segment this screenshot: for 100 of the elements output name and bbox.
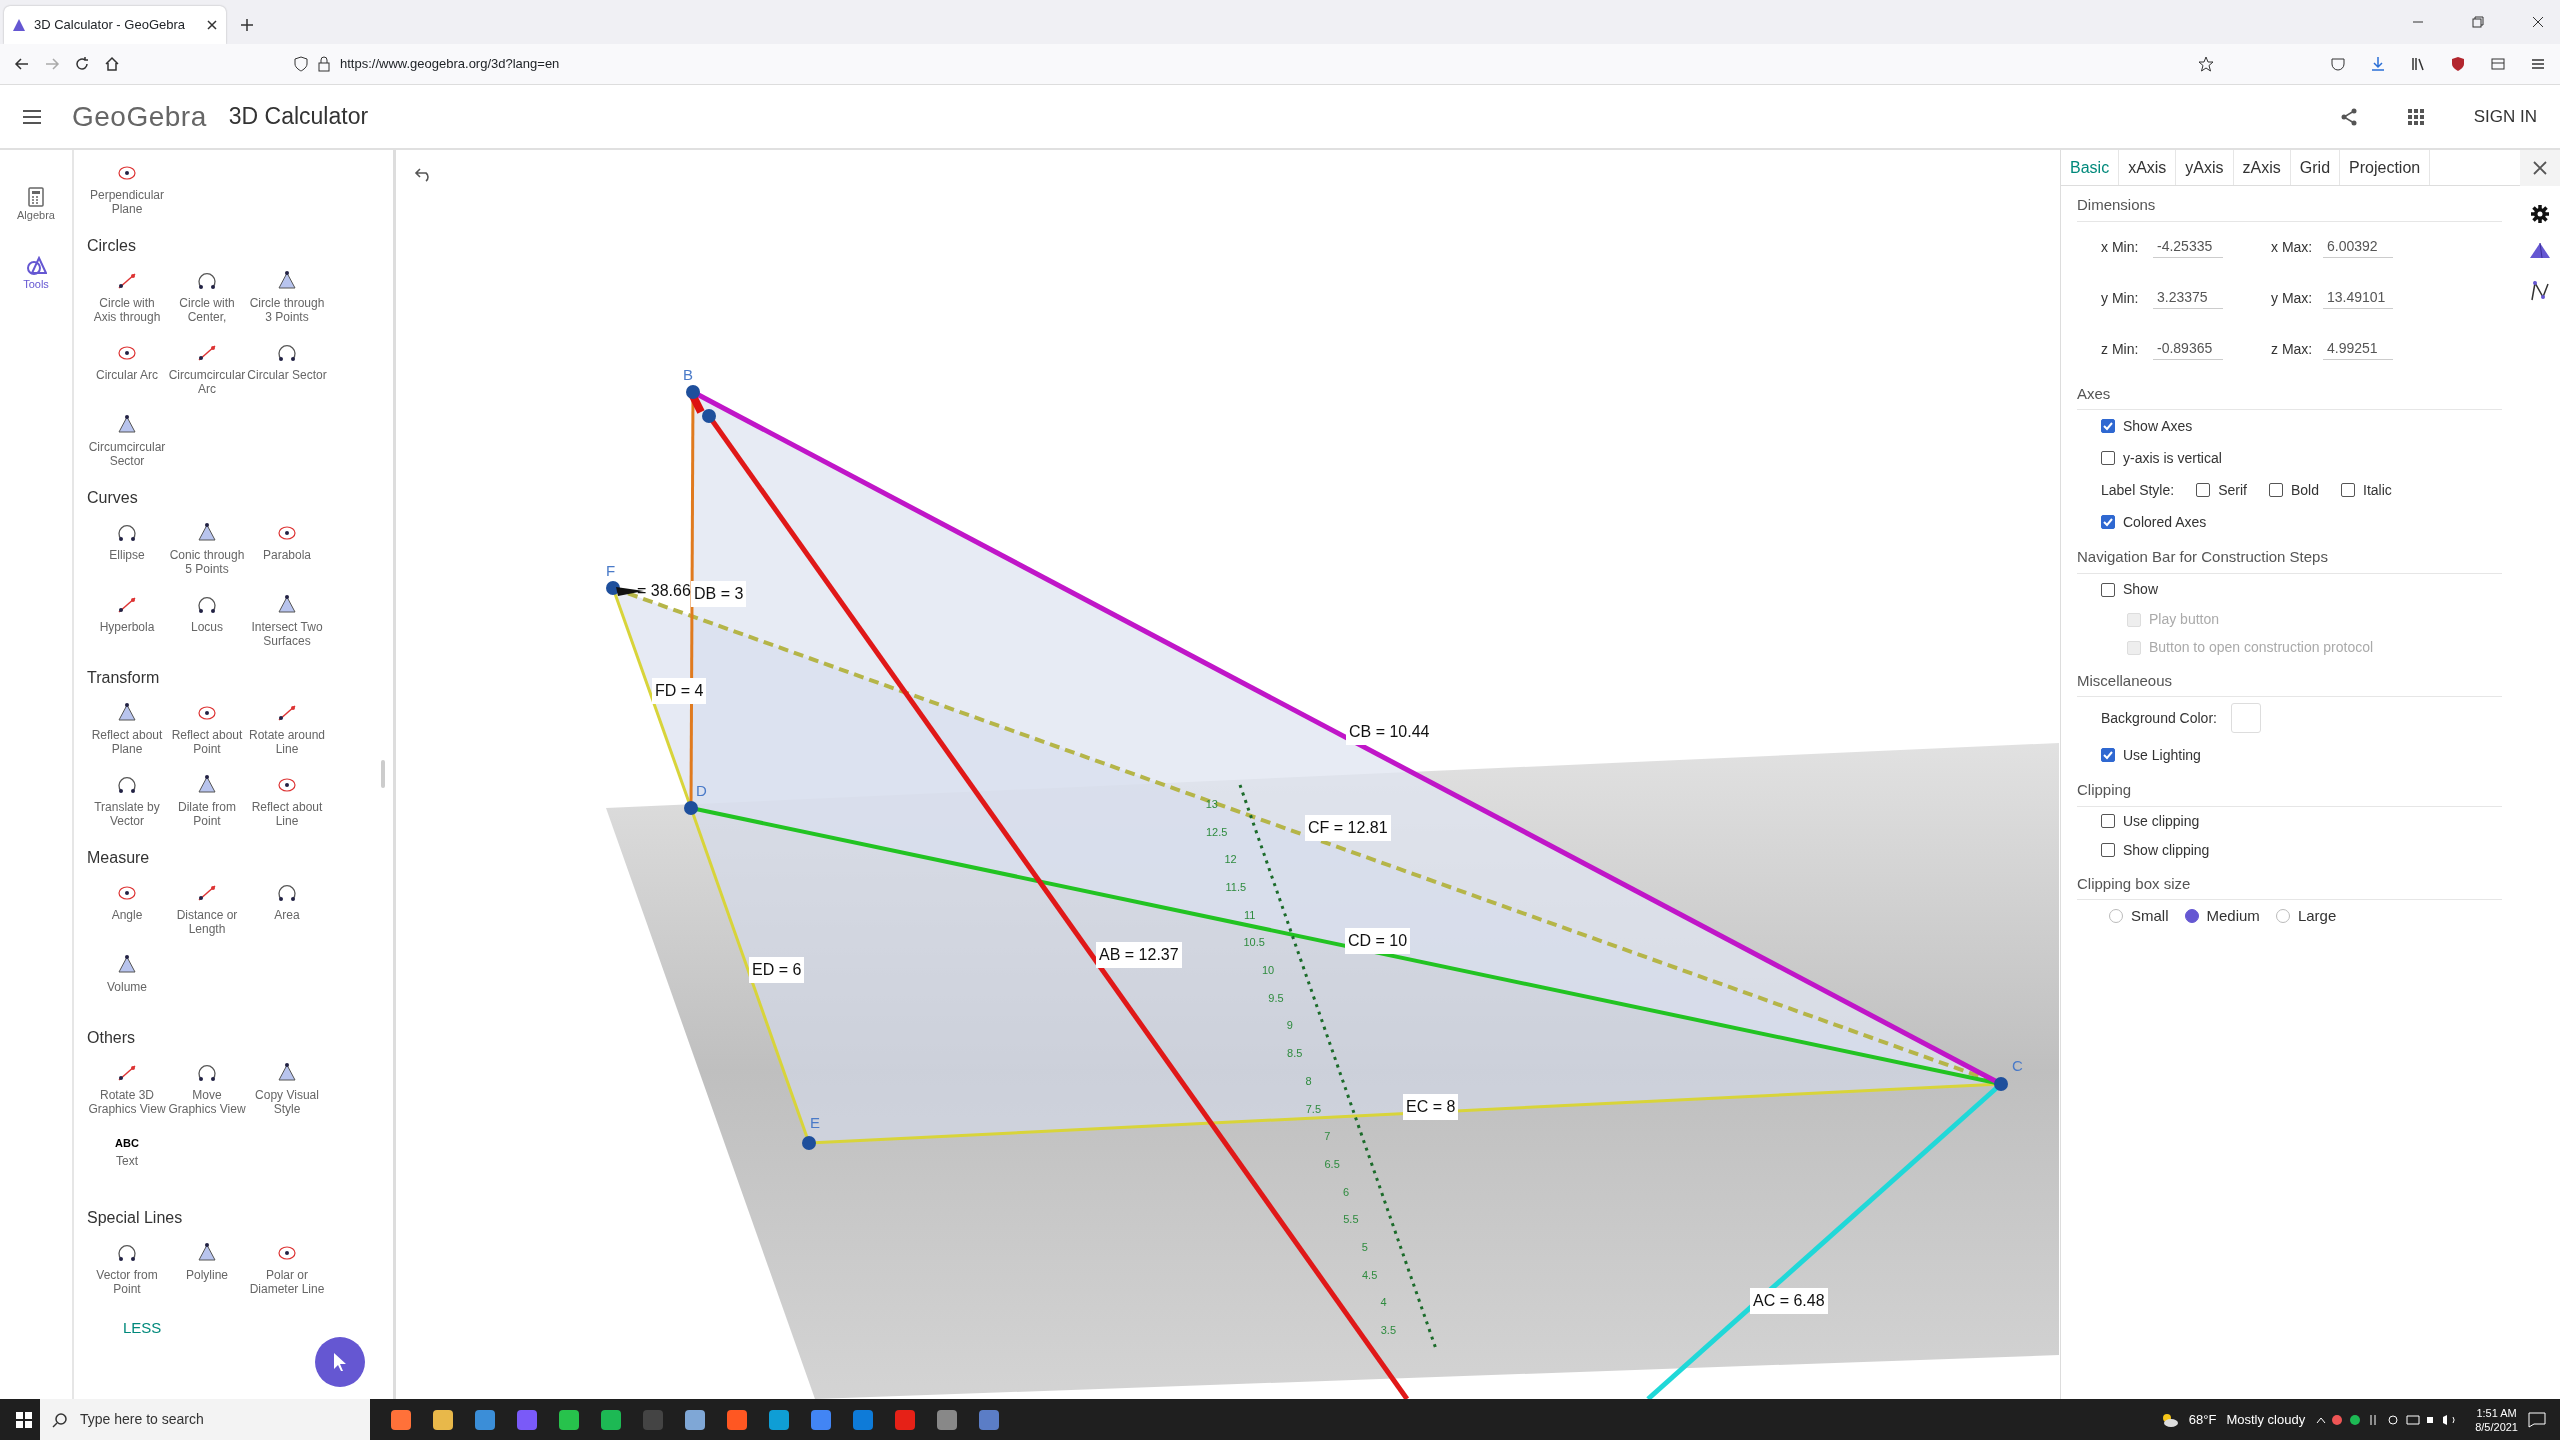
tool-button[interactable]: Copy Visual Style <box>247 1060 327 1126</box>
settings-icon[interactable] <box>2530 204 2550 224</box>
tool-button[interactable]: Reflect about Line <box>247 772 327 838</box>
number-field[interactable]: 13.49101 <box>2323 287 2393 309</box>
tool-button[interactable]: Perpendicular Plane <box>87 160 167 226</box>
search-input[interactable]: Type here to search <box>78 1408 328 1431</box>
checkbox[interactable] <box>2341 483 2355 497</box>
menu-icon[interactable] <box>2530 56 2546 72</box>
tool-button[interactable]: Area <box>247 880 327 946</box>
restore-icon[interactable] <box>2472 16 2484 28</box>
tool-button[interactable]: Circumcircular Arc <box>167 340 247 406</box>
app-icon[interactable] <box>936 1408 958 1431</box>
new-tab-icon[interactable] <box>240 18 254 32</box>
container-icon[interactable] <box>2490 56 2506 72</box>
tool-button[interactable]: Distance or Length <box>167 880 247 946</box>
menu-icon[interactable] <box>22 108 42 125</box>
app-icon[interactable] <box>516 1408 538 1431</box>
tool-button[interactable]: Circle with Axis through <box>87 268 167 334</box>
notification-icon[interactable] <box>2528 1411 2546 1428</box>
tool-button[interactable]: Rotate around Line <box>247 700 327 766</box>
settings-tab[interactable]: zAxis <box>2233 150 2291 185</box>
search-field[interactable]: Type here to search <box>40 1399 370 1440</box>
tool-button[interactable]: Hyperbola <box>87 592 167 658</box>
checkbox[interactable] <box>2101 814 2115 828</box>
download-icon[interactable] <box>2370 56 2386 72</box>
tool-button[interactable]: Circle with Center, <box>167 268 247 334</box>
tool-button[interactable]: Locus <box>167 592 247 658</box>
windows-start-icon[interactable] <box>16 1411 32 1428</box>
app-icon[interactable] <box>978 1408 1000 1431</box>
close-icon[interactable] <box>206 19 218 31</box>
tool-button[interactable]: Conic through 5 Points <box>167 520 247 586</box>
tool-button[interactable]: Parabola <box>247 520 327 586</box>
library-icon[interactable] <box>2410 56 2426 72</box>
checkbox[interactable] <box>2101 419 2115 433</box>
checkbox[interactable] <box>2101 748 2115 762</box>
tool-button[interactable]: Intersect Two Surfaces <box>247 592 327 658</box>
checkbox[interactable] <box>2101 515 2115 529</box>
close-icon[interactable] <box>2532 16 2544 28</box>
app-icon[interactable] <box>852 1408 874 1431</box>
checkbox[interactable] <box>2101 843 2115 857</box>
number-field[interactable]: 4.99251 <box>2323 338 2393 360</box>
pointer-tool-button[interactable] <box>315 1337 365 1387</box>
sign-in-button[interactable]: SIGN IN <box>2472 102 2538 131</box>
number-field[interactable]: -4.25335 <box>2153 236 2223 258</box>
settings-tab[interactable]: yAxis <box>2176 150 2234 185</box>
tool-button[interactable]: Circle through 3 Points <box>247 268 327 334</box>
rail-tab[interactable]: Tools <box>17 254 55 293</box>
less-button[interactable]: LESS <box>117 1316 168 1341</box>
tool-button[interactable]: Reflect about Plane <box>87 700 167 766</box>
back-icon[interactable] <box>14 56 30 72</box>
number-field[interactable]: 6.00392 <box>2323 236 2393 258</box>
app-icon[interactable] <box>726 1408 748 1431</box>
checkbox[interactable] <box>2196 483 2211 497</box>
tool-button[interactable]: Reflect about Point <box>167 700 247 766</box>
tool-button[interactable]: Circumcircular Sector <box>87 412 167 478</box>
app-icon[interactable] <box>432 1408 454 1431</box>
measurement-label: AC = 6.48 <box>1750 1288 1828 1314</box>
pocket-icon[interactable] <box>2330 56 2346 72</box>
checkbox-label: Use clipping <box>2123 811 2200 831</box>
checkbox[interactable] <box>2268 483 2283 497</box>
tool-button[interactable]: Circular Arc <box>87 340 167 406</box>
tool-button[interactable]: Rotate 3D Graphics View <box>87 1060 167 1126</box>
browser-tab[interactable]: 3D Calculator - GeoGebra <box>4 6 226 44</box>
scrollbar-thumb[interactable] <box>381 760 385 788</box>
color-swatch[interactable] <box>2230 703 2261 733</box>
home-icon[interactable] <box>104 56 120 72</box>
settings-tab[interactable]: xAxis <box>2119 150 2177 185</box>
shield-extension-icon[interactable] <box>2450 56 2466 72</box>
app-icon[interactable] <box>810 1408 832 1431</box>
number-field[interactable]: 3.23375 <box>2153 287 2223 309</box>
settings-tab[interactable]: Grid <box>2290 150 2341 185</box>
checkbox[interactable] <box>2101 451 2115 465</box>
app-icon[interactable] <box>390 1408 412 1431</box>
close-button[interactable] <box>2520 150 2560 186</box>
app-icon[interactable] <box>600 1408 622 1431</box>
tool-button[interactable]: Angle <box>87 880 167 946</box>
app-icon[interactable] <box>558 1408 580 1431</box>
graph-icon[interactable] <box>2530 280 2550 302</box>
tool-button[interactable]: Move Graphics View <box>167 1060 247 1126</box>
tool-button[interactable]: Vector from Point <box>87 1240 167 1306</box>
tool-button[interactable]: Circular Sector <box>247 340 327 406</box>
rail-tab[interactable]: Algebra <box>11 186 61 225</box>
tool-button[interactable]: Polyline <box>167 1240 247 1306</box>
tool-button[interactable]: Dilate from Point <box>167 772 247 838</box>
tool-button[interactable]: Ellipse <box>87 520 167 586</box>
app-icon[interactable] <box>684 1408 706 1431</box>
app-icon[interactable] <box>768 1408 790 1431</box>
tool-button[interactable]: Translate by Vector <box>87 772 167 838</box>
settings-tab[interactable]: Projection <box>2340 150 2431 185</box>
reload-icon[interactable] <box>74 56 90 72</box>
radio-button[interactable] <box>2184 909 2199 923</box>
number-field[interactable]: -0.89365 <box>2153 338 2223 360</box>
tool-button[interactable]: Volume <box>87 952 167 1018</box>
checkbox[interactable] <box>2101 582 2115 597</box>
tool-button[interactable]: ABC Text <box>87 1132 167 1198</box>
apps-grid-icon[interactable] <box>2406 107 2425 126</box>
tool-button[interactable]: Polar or Diameter Line <box>247 1240 327 1306</box>
settings-tab[interactable]: Basic <box>2061 150 2120 185</box>
app-icon[interactable] <box>474 1408 496 1431</box>
star-icon[interactable] <box>2198 56 2214 72</box>
